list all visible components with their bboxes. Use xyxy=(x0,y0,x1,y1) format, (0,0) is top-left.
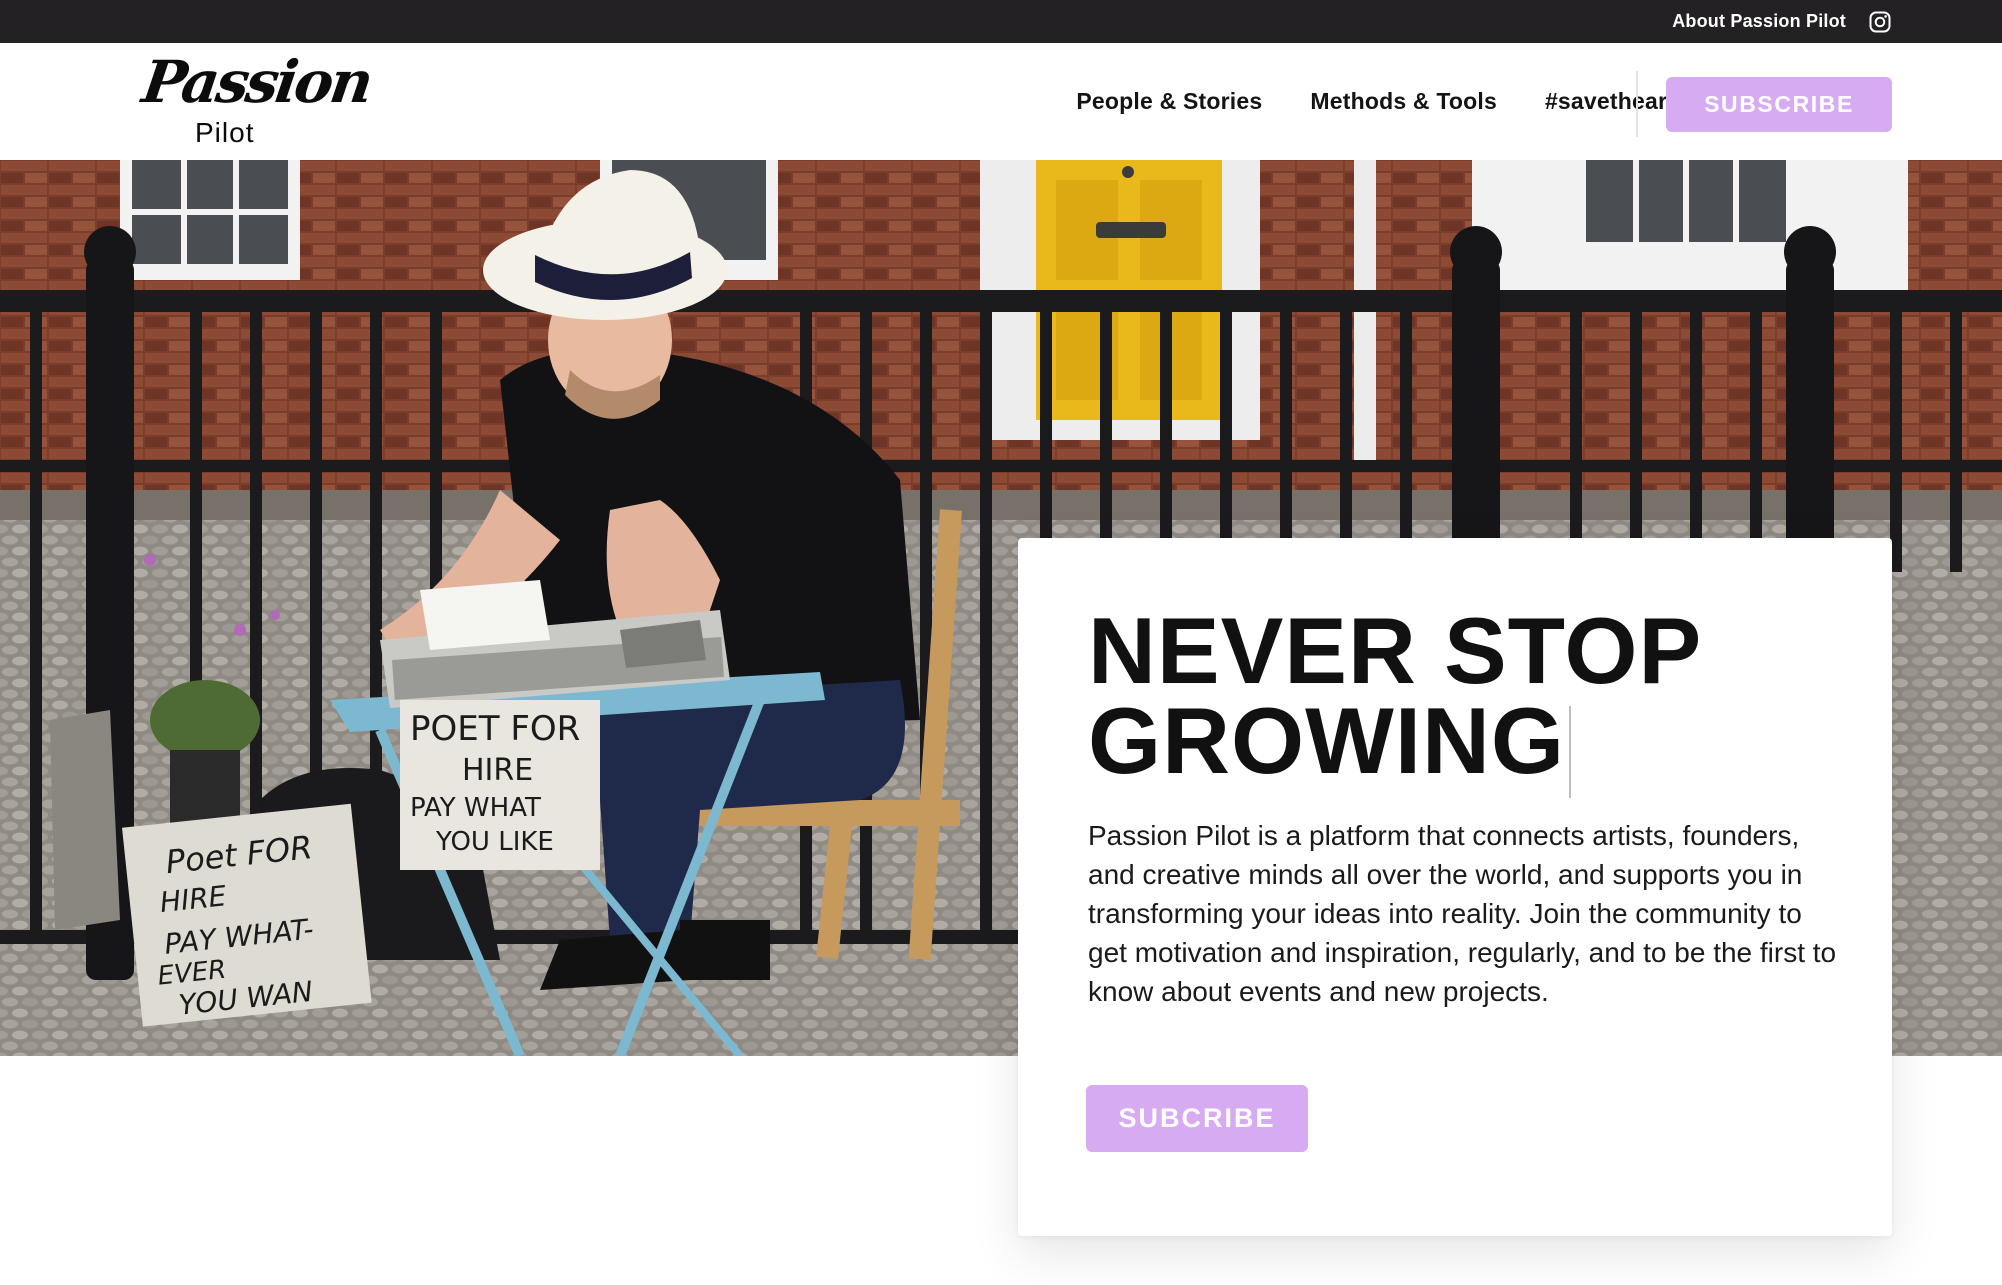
about-link[interactable]: About Passion Pilot xyxy=(1672,11,1846,32)
nav-people-stories[interactable]: People & Stories xyxy=(1076,88,1262,115)
main-nav: People & Stories Methods & Tools #saveth… xyxy=(1076,43,1688,160)
nav-methods-tools[interactable]: Methods & Tools xyxy=(1310,88,1497,115)
svg-text:PAY WHAT: PAY WHAT xyxy=(410,793,541,823)
svg-text:HIRE: HIRE xyxy=(462,753,533,788)
svg-text:YOU LIKE: YOU LIKE xyxy=(435,827,554,857)
svg-text:POET FOR: POET FOR xyxy=(410,709,580,749)
logo[interactable]: Passion Pilot xyxy=(138,48,374,153)
instagram-icon[interactable] xyxy=(1868,10,1892,34)
site-header: Passion Pilot People & Stories Methods &… xyxy=(0,43,2002,160)
top-utility-bar: About Passion Pilot xyxy=(0,0,2002,43)
hero-description: Passion Pilot is a platform that connect… xyxy=(1088,820,1837,1007)
subscribe-button-header[interactable]: SUBSCRIBE xyxy=(1666,77,1892,132)
nav-divider xyxy=(1636,71,1638,137)
hero-headline: NEVER STOP GROWING xyxy=(1088,604,1848,788)
text-cursor xyxy=(1569,706,1571,798)
hero-card: NEVER STOP GROWING Passion Pilot is a pl… xyxy=(1018,538,1892,1236)
logo-sub: Pilot xyxy=(195,117,255,148)
headline-line-2: GROWING xyxy=(1088,688,1565,793)
logo-script: Passion xyxy=(138,48,375,116)
subscribe-button-card[interactable]: SUBCRIBE xyxy=(1086,1085,1308,1152)
svg-text:HIRE: HIRE xyxy=(158,879,228,919)
